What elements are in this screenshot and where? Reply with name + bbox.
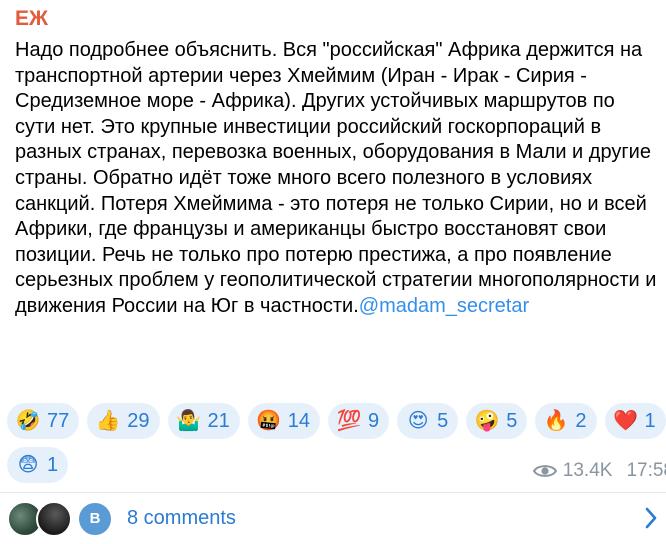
- reaction-count: 2: [575, 409, 587, 432]
- reaction-shrug[interactable]: 🤷‍♂️ 21: [167, 403, 240, 439]
- eye-icon: [532, 465, 557, 477]
- reaction-count: 9: [368, 409, 380, 432]
- avatar-letter: B: [89, 510, 101, 527]
- reaction-heart-eyes[interactable]: 😍 5: [397, 403, 459, 439]
- fearful-emoji-icon: 😨: [17, 454, 39, 476]
- commenter-avatars: B: [7, 500, 117, 537]
- heart-eyes-emoji-icon: 😍: [407, 410, 429, 432]
- reaction-fearful[interactable]: 😨 1: [7, 447, 69, 483]
- reaction-rofl[interactable]: 🤣 77: [7, 403, 80, 439]
- channel-mention-link[interactable]: @madam_secretar: [359, 295, 529, 317]
- message-body: Надо подробнее объяснить. Вся "российска…: [15, 39, 657, 317]
- reaction-count: 1: [47, 453, 59, 476]
- message-time: 17:58: [626, 460, 666, 481]
- heart-emoji-icon: ❤️: [613, 410, 638, 432]
- channel-author[interactable]: ЕЖ: [15, 7, 48, 31]
- comments-button[interactable]: B 8 comments: [0, 493, 666, 544]
- reaction-heart[interactable]: ❤️ 1: [604, 403, 666, 439]
- thumbs-up-emoji-icon: 👍: [95, 410, 121, 432]
- views-count: 13.4K: [562, 460, 613, 481]
- reaction-count: 21: [207, 409, 230, 432]
- zany-emoji-icon: 🤪: [474, 410, 500, 432]
- reaction-fire[interactable]: 🔥 2: [535, 403, 597, 439]
- reaction-count: 5: [506, 409, 518, 432]
- chevron-right-icon: [645, 507, 657, 529]
- message-meta: 13.4K 17:58: [532, 460, 666, 482]
- reaction-zany[interactable]: 🤪 5: [466, 403, 528, 439]
- comments-label: 8 comments: [127, 507, 236, 529]
- reaction-count: 1: [644, 409, 656, 432]
- hundred-emoji-icon: 💯: [336, 410, 362, 432]
- message-text: Надо подробнее объяснить. Вся "российска…: [15, 38, 660, 320]
- avatar: [36, 500, 72, 537]
- reaction-cursing[interactable]: 🤬 14: [247, 403, 320, 439]
- fire-emoji-icon: 🔥: [543, 410, 569, 432]
- rofl-emoji-icon: 🤣: [15, 410, 41, 432]
- avatar: B: [77, 500, 113, 537]
- shrug-emoji-icon: 🤷‍♂️: [176, 410, 201, 432]
- reaction-count: 5: [437, 409, 449, 432]
- reaction-count: 29: [127, 409, 150, 432]
- reaction-hundred[interactable]: 💯 9: [328, 403, 390, 439]
- cursing-emoji-icon: 🤬: [256, 410, 282, 432]
- reaction-thumbs-up[interactable]: 👍 29: [87, 403, 160, 439]
- reaction-count: 77: [47, 409, 70, 432]
- reaction-count: 14: [287, 409, 310, 432]
